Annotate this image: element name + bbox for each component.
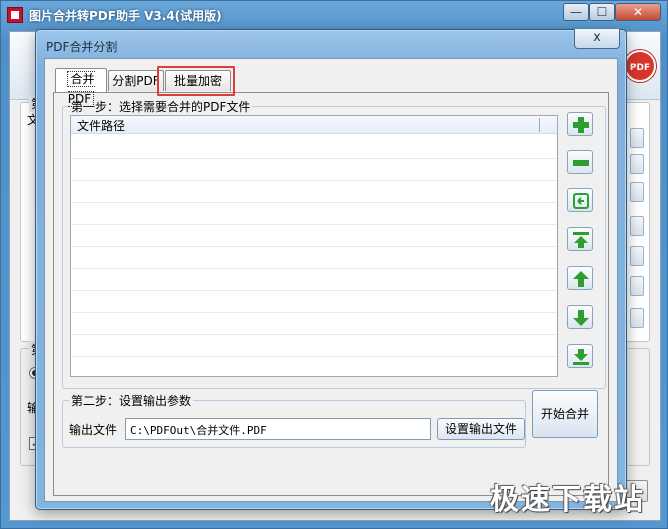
column-separator[interactable]: [539, 118, 540, 132]
minimize-button[interactable]: —: [563, 3, 589, 21]
arrow-up-icon: [573, 271, 589, 287]
plus-icon: [573, 117, 589, 133]
add-file-button[interactable]: [567, 112, 593, 136]
clear-list-button[interactable]: [567, 188, 593, 212]
app-icon: [7, 7, 23, 23]
main-side-button[interactable]: [630, 246, 644, 266]
minus-icon: [573, 160, 589, 166]
file-list[interactable]: 文件路径: [70, 115, 558, 377]
move-top-button[interactable]: [567, 227, 593, 251]
tab-split-pdf[interactable]: 分割PDF: [108, 70, 164, 91]
output-file-label: 输出文件: [69, 423, 118, 437]
output-file-input[interactable]: C:\PDFOut\合并文件.PDF: [125, 418, 431, 440]
dialog-body: 合并PDF 分割PDF 批量加密 第一步：选择需要合并的PDF文件 文件路径 第…: [44, 58, 618, 502]
remove-file-button[interactable]: [567, 150, 593, 174]
step2-group: 第二步：设置输出参数 输出文件 C:\PDFOut\合并文件.PDF 设置输出文…: [62, 392, 526, 448]
list-row-divider: [71, 290, 557, 291]
list-row-divider: [71, 224, 557, 225]
move-down-button[interactable]: [567, 305, 593, 329]
list-row-divider: [71, 268, 557, 269]
dialog-title: PDF合并分割: [46, 40, 118, 54]
arrow-top-icon: [573, 232, 589, 248]
list-row-divider: [71, 334, 557, 335]
step2-label: 第二步：设置输出参数: [69, 392, 194, 409]
tab-highlight-box: [157, 66, 235, 96]
refresh-icon: [573, 193, 589, 209]
step1-label: 第一步：选择需要合并的PDF文件: [69, 98, 253, 115]
main-close-button[interactable]: ✕: [615, 3, 661, 21]
main-side-button[interactable]: [630, 276, 644, 296]
move-bottom-button[interactable]: [567, 344, 593, 368]
tab-merge-pdf[interactable]: 合并PDF: [55, 68, 107, 107]
list-row-divider: [71, 180, 557, 181]
list-row-divider: [71, 202, 557, 203]
arrow-bottom-icon: [573, 349, 589, 365]
file-list-header: 文件路径: [71, 116, 557, 134]
step1-group: 第一步：选择需要合并的PDF文件 文件路径: [62, 98, 606, 389]
main-window-title: 图片合并转PDF助手 V3.4(试用版): [29, 9, 222, 23]
main-side-button[interactable]: [630, 128, 644, 148]
file-path-column-header[interactable]: 文件路径: [77, 117, 125, 134]
list-row-divider: [71, 246, 557, 247]
start-merge-button[interactable]: 开始合并: [532, 390, 598, 438]
main-side-button[interactable]: [630, 308, 644, 328]
list-row-divider: [71, 356, 557, 357]
main-side-button[interactable]: [630, 182, 644, 202]
main-titlebar[interactable]: 图片合并转PDF助手 V3.4(试用版) — ☐ ✕: [1, 1, 667, 29]
set-output-file-button[interactable]: 设置输出文件: [437, 418, 525, 440]
list-row-divider: [71, 312, 557, 313]
main-side-button[interactable]: [630, 154, 644, 174]
tab-label: 合并PDF: [67, 71, 95, 107]
pdf-merge-split-dialog: PDF合并分割 x 合并PDF 分割PDF 批量加密 第一步：选择需要合并的PD…: [35, 29, 627, 510]
dialog-close-button[interactable]: x: [574, 29, 620, 49]
main-side-button[interactable]: [630, 216, 644, 236]
list-row-divider: [71, 158, 557, 159]
tab-panel-merge: 第一步：选择需要合并的PDF文件 文件路径 第二步：设置输出参数 输出文件 C:…: [53, 92, 609, 496]
pdf-logo-icon: PDF: [624, 50, 656, 82]
maximize-button[interactable]: ☐: [589, 3, 615, 21]
watermark-logo: 极速下载站: [490, 482, 646, 516]
arrow-down-icon: [573, 310, 589, 326]
move-up-button[interactable]: [567, 266, 593, 290]
